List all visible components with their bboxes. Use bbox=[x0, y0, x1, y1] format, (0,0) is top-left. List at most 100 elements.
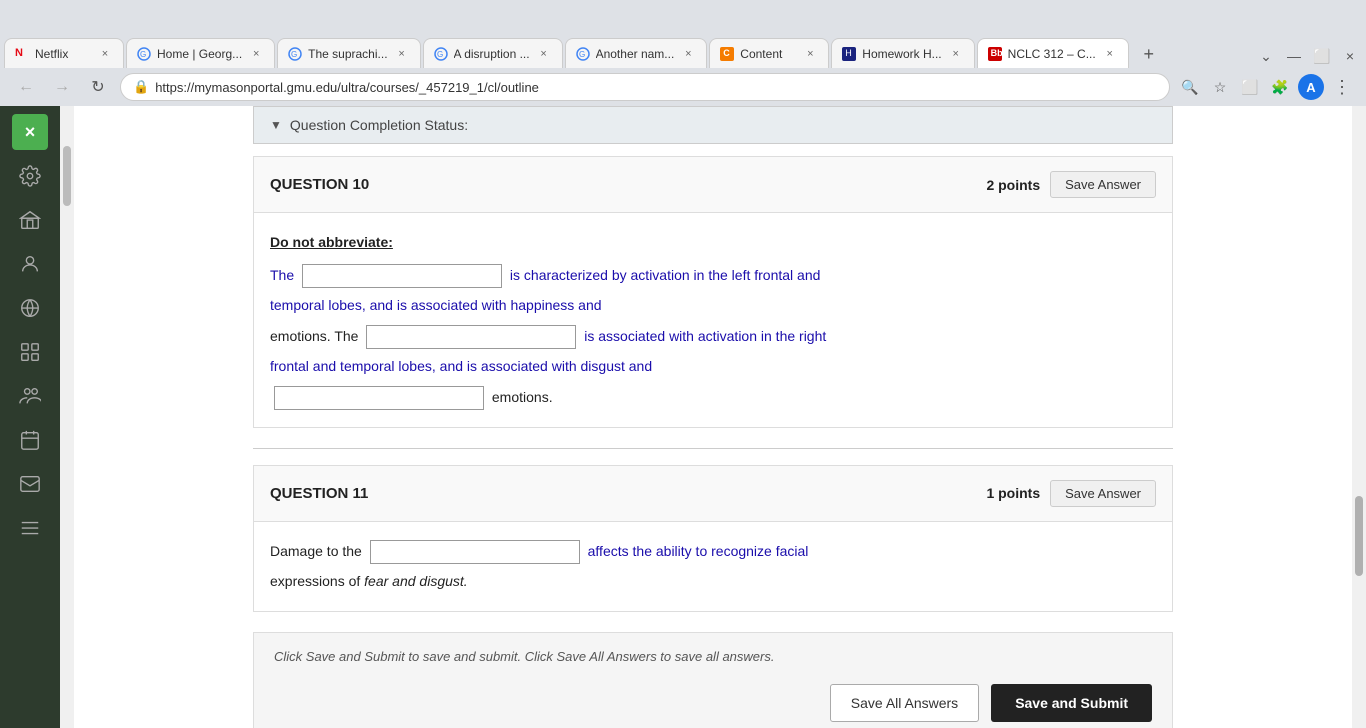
sidebar: × bbox=[0, 106, 60, 728]
content-favicon: C bbox=[720, 47, 734, 61]
minimize-button[interactable]: — bbox=[1282, 44, 1306, 68]
tab-disruption-close[interactable]: × bbox=[536, 46, 552, 62]
tab-supra[interactable]: G The suprachi... × bbox=[277, 38, 420, 68]
tab-nclc312[interactable]: Bb NCLC 312 – C... × bbox=[977, 38, 1129, 68]
tab-controls: ⌄ — ⬜ × bbox=[1254, 44, 1362, 68]
question-divider bbox=[253, 448, 1173, 449]
question10-header: QUESTION 10 2 points Save Answer bbox=[254, 157, 1172, 213]
tab-another-nam-title: Another nam... bbox=[596, 47, 675, 61]
tab-home-georg-title: Home | Georg... bbox=[157, 47, 242, 61]
tab-homework[interactable]: H Homework H... × bbox=[831, 38, 974, 68]
reload-button[interactable]: ↻ bbox=[84, 73, 112, 101]
sidebar-globe-icon[interactable] bbox=[12, 290, 48, 326]
new-tab-button[interactable]: + bbox=[1135, 40, 1163, 68]
q11-text-before1: Damage to the bbox=[270, 543, 362, 559]
question10-points-area: 2 points Save Answer bbox=[986, 171, 1156, 198]
sidebar-mail-icon[interactable] bbox=[12, 466, 48, 502]
tab-content-close[interactable]: × bbox=[802, 46, 818, 62]
url-text: https://mymasonportal.gmu.edu/ultra/cour… bbox=[155, 80, 1157, 95]
tab-home-georg-close[interactable]: × bbox=[248, 46, 264, 62]
sidebar-settings-icon[interactable] bbox=[12, 158, 48, 194]
tab-bar: N Netflix × G Home | Georg... × G The su… bbox=[0, 32, 1366, 68]
profile-button[interactable]: A bbox=[1298, 74, 1324, 100]
tab-supra-title: The suprachi... bbox=[308, 47, 387, 61]
tab-content-title: Content bbox=[740, 47, 796, 61]
vertical-scrollbar-indicator bbox=[60, 106, 74, 728]
completion-arrow-icon: ▼ bbox=[270, 118, 282, 132]
tab-another-nam[interactable]: G Another nam... × bbox=[565, 38, 708, 68]
svg-text:G: G bbox=[140, 50, 146, 59]
address-bar-icons: 🔍 ☆ ⬜ 🧩 A ⋮ bbox=[1178, 74, 1354, 100]
q11-input1[interactable] bbox=[370, 540, 580, 564]
q10-text-the1: The bbox=[270, 267, 294, 283]
tab-supra-close[interactable]: × bbox=[394, 46, 410, 62]
q10-input2[interactable] bbox=[366, 325, 576, 349]
url-bar[interactable]: 🔒 https://mymasonportal.gmu.edu/ultra/co… bbox=[120, 73, 1170, 101]
tab-home-georg[interactable]: G Home | Georg... × bbox=[126, 38, 275, 68]
question10-save-answer-button[interactable]: Save Answer bbox=[1050, 171, 1156, 198]
save-and-submit-button[interactable]: Save and Submit bbox=[991, 684, 1152, 722]
sidebar-user-icon[interactable] bbox=[12, 246, 48, 282]
right-scrollbar[interactable] bbox=[1352, 106, 1366, 728]
extensions-icon[interactable]: 🧩 bbox=[1268, 75, 1292, 99]
sidebar-calendar-icon[interactable] bbox=[12, 422, 48, 458]
sidebar-toggle[interactable]: ⬜ bbox=[1238, 75, 1262, 99]
tab-homework-title: Homework H... bbox=[862, 47, 941, 61]
google-favicon-2: G bbox=[288, 47, 302, 61]
main-layout: × bbox=[0, 106, 1366, 728]
tab-disruption[interactable]: G A disruption ... × bbox=[423, 38, 563, 68]
sidebar-institution-icon[interactable] bbox=[12, 202, 48, 238]
address-bar: ← → ↻ 🔒 https://mymasonportal.gmu.edu/ul… bbox=[0, 68, 1366, 106]
question10-points: 2 points bbox=[986, 177, 1040, 193]
search-icon[interactable]: 🔍 bbox=[1178, 75, 1202, 99]
q10-text-after2: temporal lobes, and is associated with h… bbox=[270, 297, 602, 313]
question11-points-area: 1 points Save Answer bbox=[986, 480, 1156, 507]
question11-header: QUESTION 11 1 points Save Answer bbox=[254, 466, 1172, 522]
question10-body: Do not abbreviate: The is characterized … bbox=[254, 213, 1172, 427]
svg-text:G: G bbox=[291, 50, 297, 59]
question10-title: QUESTION 10 bbox=[270, 176, 369, 193]
question11-body: Damage to the affects the ability to rec… bbox=[254, 522, 1172, 611]
right-scrollbar-thumb[interactable] bbox=[1355, 496, 1363, 576]
back-button[interactable]: ← bbox=[12, 73, 40, 101]
maximize-button[interactable]: ⬜ bbox=[1310, 44, 1334, 68]
inner-content: ▼ Question Completion Status: QUESTION 1… bbox=[233, 106, 1193, 728]
q10-text-after1: is characterized by activation in the le… bbox=[510, 267, 821, 283]
tab-homework-close[interactable]: × bbox=[948, 46, 964, 62]
tab-list-button[interactable]: ⌄ bbox=[1254, 44, 1278, 68]
sidebar-menu-icon[interactable] bbox=[12, 510, 48, 546]
tab-nclc312-close[interactable]: × bbox=[1102, 46, 1118, 62]
save-all-answers-button[interactable]: Save All Answers bbox=[830, 684, 979, 722]
q10-input1[interactable] bbox=[302, 264, 502, 288]
tab-netflix[interactable]: N Netflix × bbox=[4, 38, 124, 68]
footer-section: Click Save and Submit to save and submit… bbox=[253, 632, 1173, 728]
tab-content[interactable]: C Content × bbox=[709, 38, 829, 68]
q10-text-before3: emotions. The bbox=[270, 328, 358, 344]
content-area: ▼ Question Completion Status: QUESTION 1… bbox=[74, 106, 1352, 728]
question11-title: QUESTION 11 bbox=[270, 485, 368, 502]
chrome-menu-button[interactable]: ⋮ bbox=[1330, 75, 1354, 99]
q10-text-after5: emotions. bbox=[492, 389, 553, 405]
scrollbar-thumb[interactable] bbox=[63, 146, 71, 206]
google-favicon-4: G bbox=[576, 47, 590, 61]
tab-another-nam-close[interactable]: × bbox=[680, 46, 696, 62]
close-window-button[interactable]: × bbox=[1338, 44, 1362, 68]
footer-instruction: Click Save and Submit to save and submit… bbox=[274, 649, 1152, 664]
question11-save-answer-button[interactable]: Save Answer bbox=[1050, 480, 1156, 507]
q10-text-after4: frontal and temporal lobes, and is assoc… bbox=[270, 358, 652, 374]
homework-favicon: H bbox=[842, 47, 856, 61]
tab-disruption-title: A disruption ... bbox=[454, 47, 530, 61]
q11-text-affects: affects bbox=[588, 543, 633, 559]
bookmark-icon[interactable]: ☆ bbox=[1208, 75, 1232, 99]
completion-status-label: Question Completion Status: bbox=[290, 117, 468, 133]
tab-netflix-close[interactable]: × bbox=[97, 46, 113, 62]
sidebar-close-button[interactable]: × bbox=[12, 114, 48, 150]
lock-icon: 🔒 bbox=[133, 79, 149, 95]
sidebar-group-icon[interactable] bbox=[12, 378, 48, 414]
forward-button[interactable]: → bbox=[48, 73, 76, 101]
tab-nclc312-title: NCLC 312 – C... bbox=[1008, 47, 1096, 61]
q11-text-italic: fear and disgust. bbox=[364, 573, 468, 589]
q10-input3[interactable] bbox=[274, 386, 484, 410]
sidebar-grid-icon[interactable] bbox=[12, 334, 48, 370]
completion-status-bar[interactable]: ▼ Question Completion Status: bbox=[253, 106, 1173, 144]
